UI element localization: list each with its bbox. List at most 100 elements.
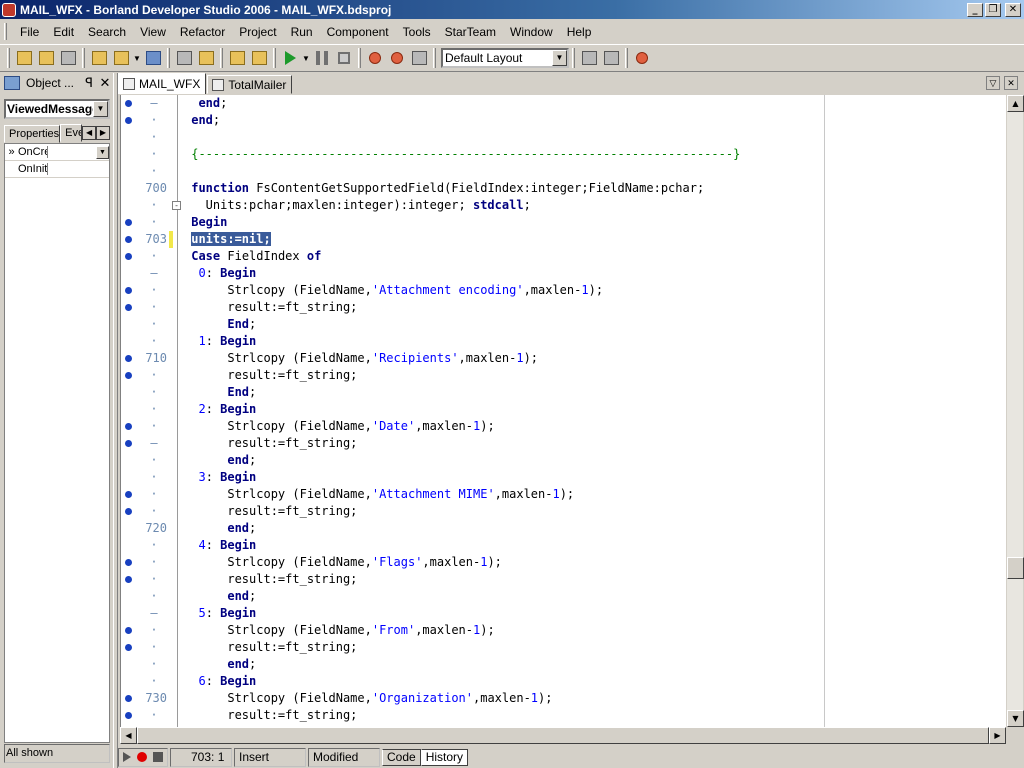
code-line[interactable]: · End; — [121, 384, 1006, 401]
breakpoint-dot-icon[interactable] — [125, 304, 132, 311]
save-desktop-button[interactable] — [578, 47, 600, 69]
run-button[interactable] — [279, 47, 301, 69]
tab-list-dropdown-icon[interactable]: ▽ — [986, 76, 1000, 90]
toolbar-grip[interactable] — [220, 48, 223, 68]
code-line[interactable]: · 6: Begin — [121, 673, 1006, 690]
code-line[interactable]: · result:=ft_string; — [121, 299, 1006, 316]
menu-tools[interactable]: Tools — [396, 25, 438, 39]
minimize-button[interactable]: _ — [967, 2, 983, 17]
restore-button[interactable]: ❐ — [985, 2, 1001, 17]
toolbar-grip[interactable] — [572, 48, 575, 68]
tab-events[interactable]: Events — [60, 124, 83, 142]
code-line[interactable]: · Strlcopy (FieldName,'Date',maxlen-1); — [121, 418, 1006, 435]
toolbar-grip[interactable] — [7, 48, 10, 68]
breakpoint-dot-icon[interactable] — [125, 355, 132, 362]
new-items-button[interactable] — [13, 47, 35, 69]
close-window-button[interactable]: ✕ — [1005, 2, 1021, 17]
code-text[interactable]: result:=ft_string; — [184, 503, 357, 520]
code-line[interactable]: · 2: Begin — [121, 401, 1006, 418]
toolbar-grip[interactable] — [82, 48, 85, 68]
open-project-button[interactable] — [35, 47, 57, 69]
menu-component[interactable]: Component — [320, 25, 396, 39]
code-line[interactable]: · Strlcopy (FieldName,'Attachment MIME',… — [121, 486, 1006, 503]
code-text[interactable]: Case FieldIndex of — [184, 248, 321, 265]
code-text[interactable]: end; — [184, 112, 220, 129]
code-text[interactable]: Strlcopy (FieldName,'Flags',maxlen-1); — [184, 554, 502, 571]
menu-project[interactable]: Project — [232, 25, 283, 39]
panel-splitter[interactable] — [113, 73, 118, 768]
new-button[interactable] — [88, 47, 110, 69]
menu-file[interactable]: File — [13, 25, 46, 39]
code-line[interactable]: 703 units:=nil; — [121, 231, 1006, 248]
code-line[interactable]: · 4: Begin — [121, 537, 1006, 554]
menu-starteam[interactable]: StarTeam — [438, 25, 503, 39]
code-line[interactable]: 710 Strlcopy (FieldName,'Recipients',max… — [121, 350, 1006, 367]
close-icon[interactable]: ✕ — [97, 75, 113, 91]
code-text[interactable]: Strlcopy (FieldName,'Attachment MIME',ma… — [184, 486, 574, 503]
code-text[interactable]: 1: Begin — [184, 333, 256, 350]
menu-search[interactable]: Search — [81, 25, 133, 39]
menu-help[interactable]: Help — [560, 25, 599, 39]
code-line[interactable]: · result:=ft_string; — [121, 571, 1006, 588]
breakpoint-dot-icon[interactable] — [125, 644, 132, 651]
tab-mail-wfx[interactable]: MAIL_WFX — [118, 73, 207, 94]
vertical-scrollbar[interactable]: ▲ ▼ — [1006, 95, 1024, 727]
menu-edit[interactable]: Edit — [46, 25, 81, 39]
save-button[interactable] — [142, 47, 164, 69]
desktop-layout-select[interactable]: Default Layout ▼ — [441, 48, 569, 68]
breakpoint-dot-icon[interactable] — [125, 576, 132, 583]
code-text[interactable]: end; — [184, 520, 256, 537]
code-text[interactable]: End; — [184, 384, 256, 401]
chevron-down-icon[interactable]: ▼ — [552, 50, 567, 66]
code-line[interactable]: · result:=ft_string; — [121, 503, 1006, 520]
code-text[interactable]: Units:pchar;maxlen:integer):integer; std… — [184, 197, 531, 214]
code-line[interactable]: – end; — [121, 95, 1006, 112]
code-text[interactable]: 4: Begin — [184, 537, 256, 554]
breakpoint-dot-icon[interactable] — [125, 491, 132, 498]
code-text[interactable]: result:=ft_string; — [184, 639, 357, 656]
breakpoint-dot-icon[interactable] — [125, 712, 132, 719]
stop-macro-icon[interactable] — [153, 752, 163, 762]
code-line[interactable]: · result:=ft_string; — [121, 367, 1006, 384]
code-text[interactable]: 2: Begin — [184, 401, 256, 418]
event-value-field[interactable] — [48, 162, 109, 177]
close-all-button[interactable] — [57, 47, 79, 69]
code-editor[interactable]: – end; · end; · · {------------------------… — [120, 95, 1006, 727]
code-text[interactable]: Strlcopy (FieldName,'From',maxlen-1); — [184, 622, 494, 639]
code-line[interactable]: – result:=ft_string; — [121, 435, 1006, 452]
run-dropdown-arrow[interactable]: ▼ — [301, 54, 311, 63]
breakpoint-dot-icon[interactable] — [125, 287, 132, 294]
code-text[interactable]: result:=ft_string; — [184, 435, 357, 452]
code-text[interactable]: Strlcopy (FieldName,'Organization',maxle… — [184, 690, 552, 707]
pause-button[interactable] — [311, 47, 333, 69]
breakpoint-dot-icon[interactable] — [125, 627, 132, 634]
code-line[interactable]: · 3: Begin — [121, 469, 1006, 486]
code-line[interactable]: · Strlcopy (FieldName,'Flags',maxlen-1); — [121, 554, 1006, 571]
code-line[interactable]: · — [121, 129, 1006, 146]
toolbar-grip[interactable] — [273, 48, 276, 68]
toolbar-grip[interactable] — [167, 48, 170, 68]
code-text[interactable]: result:=ft_string; — [184, 707, 357, 724]
code-text[interactable]: end; — [184, 452, 256, 469]
code-line[interactable]: · end; — [121, 656, 1006, 673]
code-text[interactable]: result:=ft_string; — [184, 367, 357, 384]
scroll-down-icon[interactable]: ▼ — [1007, 710, 1024, 727]
component-select[interactable]: ViewedMessage ▼ — [4, 99, 110, 119]
run-to-cursor-button[interactable] — [408, 47, 430, 69]
code-line[interactable]: · end; — [121, 588, 1006, 605]
tab-code[interactable]: Code — [382, 748, 421, 766]
remove-from-project-button[interactable] — [248, 47, 270, 69]
code-line[interactable]: · end; — [121, 452, 1006, 469]
play-macro-icon[interactable] — [123, 752, 131, 762]
open-button[interactable] — [110, 47, 132, 69]
breakpoint-dot-icon[interactable] — [125, 100, 132, 107]
code-line[interactable]: – 5: Begin — [121, 605, 1006, 622]
set-debug-desktop-button[interactable] — [600, 47, 622, 69]
code-line[interactable]: · Begin — [121, 214, 1006, 231]
code-text[interactable]: 3: Begin — [184, 469, 256, 486]
code-line[interactable]: · result:=ft_string; — [121, 707, 1006, 724]
trace-into-button[interactable] — [364, 47, 386, 69]
code-text[interactable]: 5: Begin — [184, 605, 256, 622]
menu-refactor[interactable]: Refactor — [173, 25, 232, 39]
program-reset-button[interactable] — [333, 47, 355, 69]
